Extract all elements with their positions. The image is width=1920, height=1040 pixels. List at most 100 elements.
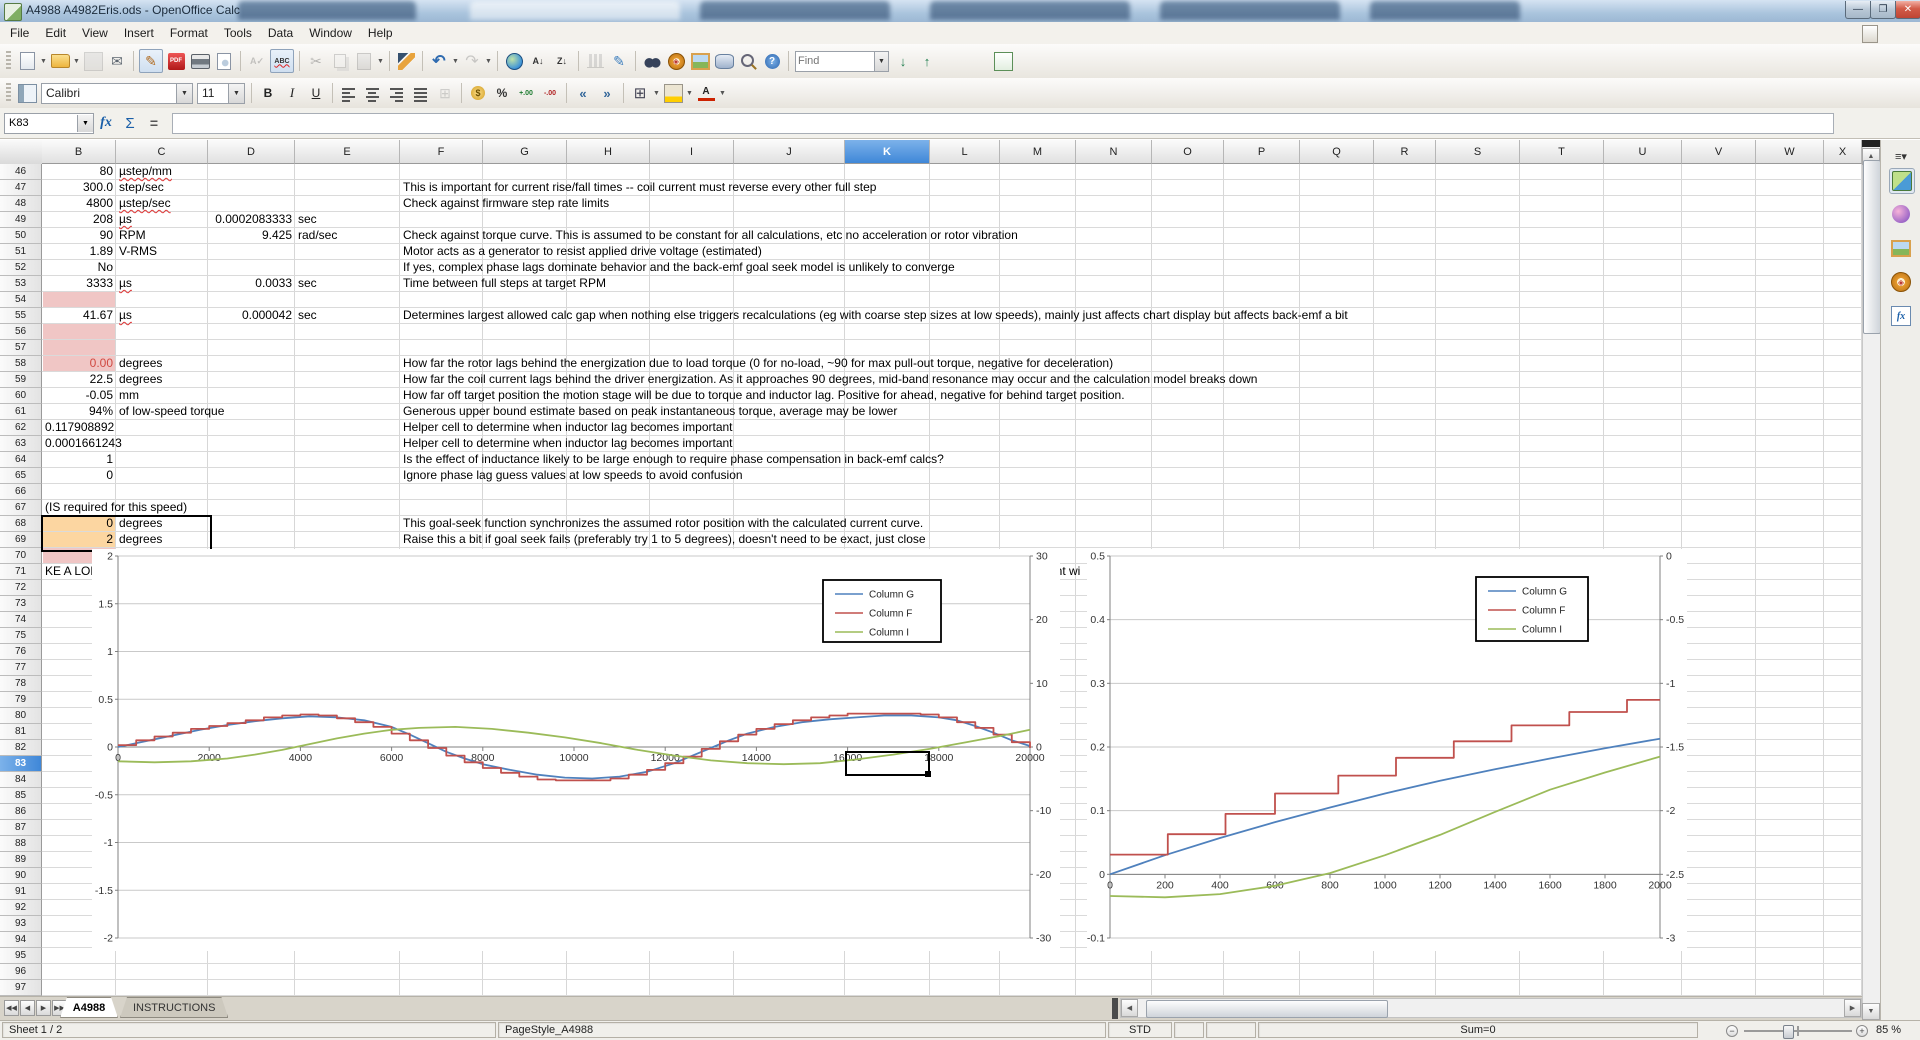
row-header-85[interactable]: 85 <box>0 788 42 804</box>
format-percent-icon[interactable] <box>491 82 513 104</box>
cell-B62[interactable]: 0.117908892 <box>42 420 116 435</box>
row-header-65[interactable]: 65 <box>0 468 42 484</box>
format-currency-icon[interactable] <box>467 82 489 104</box>
chevron-down-icon[interactable]: ▼ <box>176 84 192 103</box>
row-header-48[interactable]: 48 <box>0 196 42 212</box>
document-as-email-icon[interactable] <box>106 50 128 72</box>
cell-E55[interactable]: sec <box>295 308 320 323</box>
previous-sheet-button[interactable]: ◀ <box>20 1000 35 1016</box>
new-document-icon[interactable] <box>16 50 38 72</box>
column-header-O[interactable]: O <box>1152 140 1224 164</box>
column-header-E[interactable]: E <box>295 140 400 164</box>
menu-format[interactable]: Format <box>162 23 216 43</box>
row-header-80[interactable]: 80 <box>0 708 42 724</box>
cell-C58[interactable]: degrees <box>116 356 165 371</box>
row-header-47[interactable]: 47 <box>0 180 42 196</box>
cell-F69[interactable]: Raise this a bit if goal seek fails (pre… <box>400 532 929 547</box>
zoom-level[interactable]: 85 % <box>1876 1024 1901 1036</box>
cell-F65[interactable]: Ignore phase lag guess values at low spe… <box>400 468 746 483</box>
menu-view[interactable]: View <box>74 23 116 43</box>
bold-icon[interactable] <box>257 82 279 104</box>
cell-E49[interactable]: sec <box>295 212 320 227</box>
row-header-56[interactable]: 56 <box>0 324 42 340</box>
find-input[interactable] <box>796 53 874 70</box>
cell-F60[interactable]: How far off target position the motion s… <box>400 388 1128 403</box>
row-header-51[interactable]: 51 <box>0 244 42 260</box>
vertical-split-handle[interactable] <box>1862 140 1880 147</box>
borders-icon[interactable] <box>629 82 651 104</box>
row-header-53[interactable]: 53 <box>0 276 42 292</box>
row-header-61[interactable]: 61 <box>0 404 42 420</box>
decrease-indent-icon[interactable] <box>572 82 594 104</box>
column-header-N[interactable]: N <box>1076 140 1152 164</box>
row-header-63[interactable]: 63 <box>0 436 42 452</box>
row-header-74[interactable]: 74 <box>0 612 42 628</box>
delete-decimal-icon[interactable] <box>539 82 561 104</box>
cell-F53[interactable]: Time between full steps at target RPM <box>400 276 609 291</box>
align-left-icon[interactable] <box>338 82 360 104</box>
column-header-P[interactable]: P <box>1224 140 1300 164</box>
cell-F55[interactable]: Determines largest allowed calc gap when… <box>400 308 1351 323</box>
help-icon[interactable] <box>761 50 783 72</box>
row-header-77[interactable]: 77 <box>0 660 42 676</box>
cell-C49[interactable]: µs <box>116 212 135 227</box>
row-header-58[interactable]: 58 <box>0 356 42 372</box>
cell-F61[interactable]: Generous upper bound estimate based on p… <box>400 404 900 419</box>
row-header-95[interactable]: 95 <box>0 948 42 964</box>
row-header-66[interactable]: 66 <box>0 484 42 500</box>
row-header-57[interactable]: 57 <box>0 340 42 356</box>
name-box[interactable]: K83 ▼ <box>4 113 94 134</box>
cell-F47[interactable]: This is important for current rise/fall … <box>400 180 879 195</box>
column-header-D[interactable]: D <box>208 140 295 164</box>
column-header-I[interactable]: I <box>650 140 734 164</box>
chevron-down-icon[interactable]: ▼ <box>652 82 661 104</box>
cell-B55[interactable]: 41.67 <box>42 308 116 323</box>
paste-icon[interactable] <box>353 50 375 72</box>
formula-input[interactable] <box>172 113 1834 134</box>
cell-C46[interactable]: µstep/mm <box>116 164 175 179</box>
cut-icon[interactable] <box>305 50 327 72</box>
toolbar-grip[interactable] <box>6 51 11 71</box>
row-header-82[interactable]: 82 <box>0 740 42 756</box>
column-header-V[interactable]: V <box>1682 140 1756 164</box>
cell-B63[interactable]: 0.0001661243 <box>42 436 116 451</box>
row-header-54[interactable]: 54 <box>0 292 42 308</box>
row-header-67[interactable]: 67 <box>0 500 42 516</box>
cell-C55[interactable]: µs <box>116 308 135 323</box>
cell-C60[interactable]: mm <box>116 388 142 403</box>
draw-functions-icon[interactable] <box>608 50 630 72</box>
scroll-left-icon[interactable]: ◀ <box>1121 999 1138 1017</box>
vertical-scroll-thumb[interactable] <box>1863 160 1881 334</box>
row-header-59[interactable]: 59 <box>0 372 42 388</box>
cell-B52[interactable]: No <box>42 260 116 275</box>
row-header-93[interactable]: 93 <box>0 916 42 932</box>
row-header-72[interactable]: 72 <box>0 580 42 596</box>
menu-edit[interactable]: Edit <box>37 23 74 43</box>
select-all-corner[interactable] <box>0 140 43 165</box>
add-decimal-icon[interactable] <box>515 82 537 104</box>
row-header-75[interactable]: 75 <box>0 628 42 644</box>
row-header-81[interactable]: 81 <box>0 724 42 740</box>
column-header-S[interactable]: S <box>1436 140 1520 164</box>
chart-object-startup-detail[interactable]: 0.50.40.30.20.10-0.10-0.5-1-1.5-2-2.5-30… <box>1087 549 1687 951</box>
cell-B59[interactable]: 22.5 <box>42 372 116 387</box>
row-header-50[interactable]: 50 <box>0 228 42 244</box>
cell-C47[interactable]: step/sec <box>116 180 167 195</box>
align-justified-icon[interactable] <box>410 82 432 104</box>
maximize-button[interactable]: ❐ <box>1870 1 1896 19</box>
row-header-91[interactable]: 91 <box>0 884 42 900</box>
row-header-83[interactable]: 83 <box>0 756 42 772</box>
menu-tools[interactable]: Tools <box>216 23 260 43</box>
row-header-73[interactable]: 73 <box>0 596 42 612</box>
row-header-64[interactable]: 64 <box>0 452 42 468</box>
edit-file-icon[interactable] <box>139 49 163 73</box>
cell-C51[interactable]: V-RMS <box>116 244 160 259</box>
row-header-76[interactable]: 76 <box>0 644 42 660</box>
find-next-button[interactable] <box>892 50 914 72</box>
redo-icon[interactable] <box>461 50 483 72</box>
chevron-down-icon[interactable]: ▼ <box>77 115 93 132</box>
cell-B47[interactable]: 300.0 <box>42 180 116 195</box>
zoom-in-icon[interactable]: + <box>1856 1025 1868 1037</box>
underline-icon[interactable] <box>305 82 327 104</box>
sidebar-navigator-icon[interactable] <box>1889 270 1913 294</box>
